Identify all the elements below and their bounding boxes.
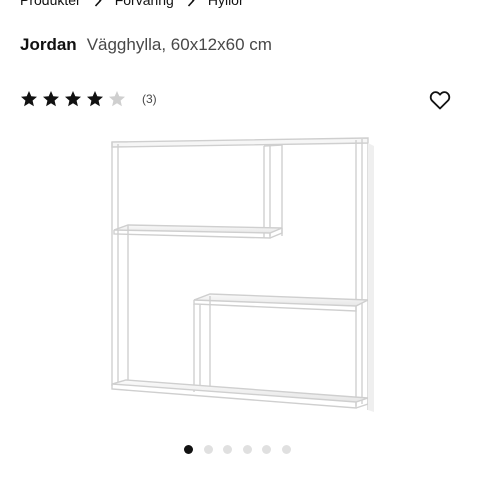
star-empty-icon	[109, 91, 125, 107]
star-filled-icon	[21, 91, 37, 107]
breadcrumb-item-hyllor[interactable]: Hyllor	[208, 0, 244, 8]
review-count[interactable]: (3)	[142, 92, 157, 106]
product-image[interactable]	[100, 128, 380, 428]
carousel-dot[interactable]	[184, 445, 193, 454]
heart-icon	[429, 91, 451, 110]
chevron-right-icon	[81, 0, 115, 7]
carousel-dot[interactable]	[242, 445, 252, 454]
favorite-button[interactable]	[428, 88, 452, 112]
product-name: Jordan	[20, 35, 77, 54]
chevron-right-icon	[174, 0, 208, 7]
carousel-dot[interactable]	[223, 445, 233, 454]
star-filled-icon	[65, 91, 81, 107]
star-filled-icon	[87, 91, 103, 107]
carousel-dot[interactable]	[281, 445, 291, 454]
product-rating[interactable]: (3)	[20, 90, 157, 108]
carousel-dot[interactable]	[262, 445, 272, 454]
breadcrumb-item-produkter[interactable]: Produkter	[20, 0, 81, 8]
breadcrumb-item-forvaring[interactable]: Förvaring	[115, 0, 174, 8]
product-title: Jordan Vägghylla, 60x12x60 cm	[20, 35, 272, 55]
breadcrumb: Produkter Förvaring Hyllor	[20, 0, 244, 8]
star-filled-icon	[43, 91, 59, 107]
star-rating	[20, 90, 130, 108]
carousel-dot[interactable]	[203, 445, 213, 454]
image-carousel-dots	[184, 445, 302, 454]
product-description: Vägghylla, 60x12x60 cm	[86, 35, 272, 54]
wall-shelf-image	[111, 137, 374, 412]
